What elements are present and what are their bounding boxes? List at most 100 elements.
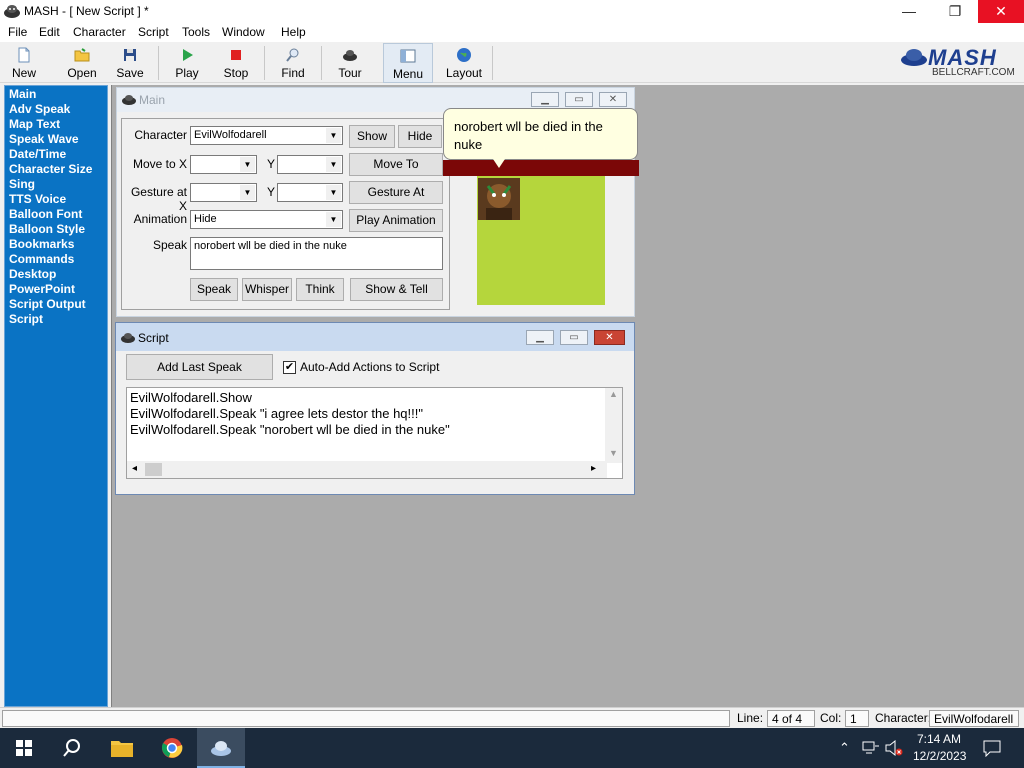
stop-button[interactable]: Stop — [216, 43, 256, 83]
script-restore-button[interactable]: ▭ — [560, 330, 588, 345]
nav-item-character-size[interactable]: Character Size — [9, 162, 92, 176]
save-button[interactable]: Save — [110, 43, 150, 83]
gesture-x-select[interactable]: ▼ — [190, 183, 257, 202]
script-close-button[interactable]: ✕ — [594, 330, 625, 345]
chevron-left-icon[interactable]: ◂ — [132, 463, 137, 474]
nav-item-tts-voice[interactable]: TTS Voice — [9, 192, 66, 206]
main-restore-button[interactable]: ▭ — [565, 92, 593, 107]
menu-file[interactable]: File — [8, 25, 27, 39]
menu-script[interactable]: Script — [138, 25, 169, 39]
nav-item-commands[interactable]: Commands — [9, 252, 74, 266]
tour-button[interactable]: Tour — [330, 43, 370, 83]
scroll-thumb[interactable] — [145, 463, 162, 476]
gesture-at-button[interactable]: Gesture At — [349, 181, 443, 204]
start-button[interactable] — [0, 728, 48, 768]
chevron-down-icon: ▼ — [326, 128, 341, 143]
layout-button[interactable]: Layout — [442, 43, 486, 83]
windows-logo-icon — [16, 740, 32, 756]
auto-add-label: Auto-Add Actions to Script — [300, 360, 440, 374]
nav-item-balloon-style[interactable]: Balloon Style — [9, 222, 85, 236]
nav-item-speak-wave[interactable]: Speak Wave — [9, 132, 79, 146]
think-button[interactable]: Think — [296, 278, 344, 301]
chrome-button[interactable] — [148, 728, 196, 768]
status-line-label: Line: — [737, 711, 764, 725]
speak-button[interactable]: Speak — [190, 278, 238, 301]
script-minimize-button[interactable]: ▁ — [526, 330, 554, 345]
nav-item-map-text[interactable]: Map Text — [9, 117, 60, 131]
minimize-button[interactable]: — — [886, 0, 932, 23]
nav-item-date-time[interactable]: Date/Time — [9, 147, 66, 161]
status-character-value: EvilWolfodarell — [929, 710, 1019, 727]
nav-item-main[interactable]: Main — [9, 87, 36, 101]
move-to-button[interactable]: Move To — [349, 153, 443, 176]
play-animation-button[interactable]: Play Animation — [349, 209, 443, 232]
nav-item-powerpoint[interactable]: PowerPoint — [9, 282, 75, 296]
script-editor[interactable]: EvilWolfodarell.Show EvilWolfodarell.Spe… — [126, 387, 623, 479]
speak-text-input[interactable]: norobert wll be died in the nuke — [190, 237, 443, 270]
agent-title-strip — [443, 160, 639, 176]
clock-date[interactable]: 12/2/2023 — [913, 749, 966, 763]
chevron-down-icon: ▼ — [240, 157, 255, 172]
chevron-up-icon[interactable]: ▲ — [609, 389, 618, 399]
script-window-caption: Script ▁ ▭ ✕ — [116, 323, 634, 351]
hide-button[interactable]: Hide — [398, 125, 442, 148]
network-icon[interactable] — [862, 741, 880, 755]
new-button[interactable]: New — [4, 43, 44, 83]
toolbar-separator — [321, 46, 322, 80]
menu-help[interactable]: Help — [281, 25, 306, 39]
whisper-button[interactable]: Whisper — [242, 278, 292, 301]
auto-add-checkbox[interactable]: ✔ — [283, 361, 296, 374]
character-select[interactable]: EvilWolfodarell ▼ — [190, 126, 343, 145]
status-character-label: Character: — [875, 711, 932, 725]
chevron-right-icon[interactable]: ▸ — [591, 463, 596, 474]
clock-time[interactable]: 7:14 AM — [917, 732, 961, 746]
animation-select[interactable]: Hide ▼ — [190, 210, 343, 229]
horizontal-scrollbar[interactable]: ◂ ▸ — [127, 461, 607, 478]
chevron-up-icon[interactable]: ⌃ — [839, 740, 850, 756]
volume-muted-icon[interactable] — [885, 740, 903, 756]
nav-item-desktop[interactable]: Desktop — [9, 267, 56, 281]
menu-toggle-button[interactable]: Menu — [383, 43, 433, 83]
add-last-speak-button[interactable]: Add Last Speak — [126, 354, 273, 380]
script-line: EvilWolfodarell.Show — [130, 390, 252, 405]
nav-item-bookmarks[interactable]: Bookmarks — [9, 237, 74, 251]
menu-character[interactable]: Character — [73, 25, 126, 39]
nav-item-script-output[interactable]: Script Output — [9, 297, 86, 311]
notification-icon[interactable] — [983, 739, 1001, 757]
play-button[interactable]: Play — [167, 43, 207, 83]
vertical-scrollbar[interactable]: ▲ ▼ — [605, 388, 622, 463]
floppy-disk-icon — [124, 49, 136, 61]
agent-character-image[interactable] — [478, 178, 520, 220]
script-window-title: Script — [138, 331, 169, 345]
menu-edit[interactable]: Edit — [39, 25, 60, 39]
nav-item-script[interactable]: Script — [9, 312, 43, 326]
nav-item-sing[interactable]: Sing — [9, 177, 35, 191]
restore-button[interactable]: ❐ — [932, 0, 978, 23]
gesture-y-select[interactable]: ▼ — [277, 183, 343, 202]
open-button[interactable]: Open — [60, 43, 104, 83]
nav-item-adv-speak[interactable]: Adv Speak — [9, 102, 70, 116]
animation-label: Animation — [133, 212, 187, 226]
nav-item-balloon-font[interactable]: Balloon Font — [9, 207, 82, 221]
mash-logo: MASH BELLCRAFT.COM — [900, 45, 1024, 81]
folder-icon — [111, 741, 133, 757]
mash-taskbar-button[interactable] — [197, 728, 245, 768]
chrome-icon — [161, 738, 183, 758]
file-explorer-button[interactable] — [98, 728, 146, 768]
move-x-select[interactable]: ▼ — [190, 155, 257, 174]
show-and-tell-button[interactable]: Show & Tell — [350, 278, 443, 301]
chevron-down-icon[interactable]: ▼ — [609, 448, 618, 458]
main-window-title: Main — [139, 93, 166, 107]
move-y-select[interactable]: ▼ — [277, 155, 343, 174]
close-button[interactable]: ✕ — [978, 0, 1024, 23]
main-minimize-button[interactable]: ▁ — [531, 92, 559, 107]
menu-window[interactable]: Window — [222, 25, 265, 39]
menu-tools[interactable]: Tools — [182, 25, 210, 39]
show-button[interactable]: Show — [349, 125, 395, 148]
gesture-at-x-label: Gesture at X — [130, 185, 187, 213]
main-close-button[interactable]: ✕ — [599, 92, 627, 107]
character-label: Character — [134, 128, 187, 142]
find-button[interactable]: Find — [273, 43, 313, 83]
search-button[interactable] — [48, 728, 96, 768]
status-col-value: 1 — [845, 710, 869, 727]
